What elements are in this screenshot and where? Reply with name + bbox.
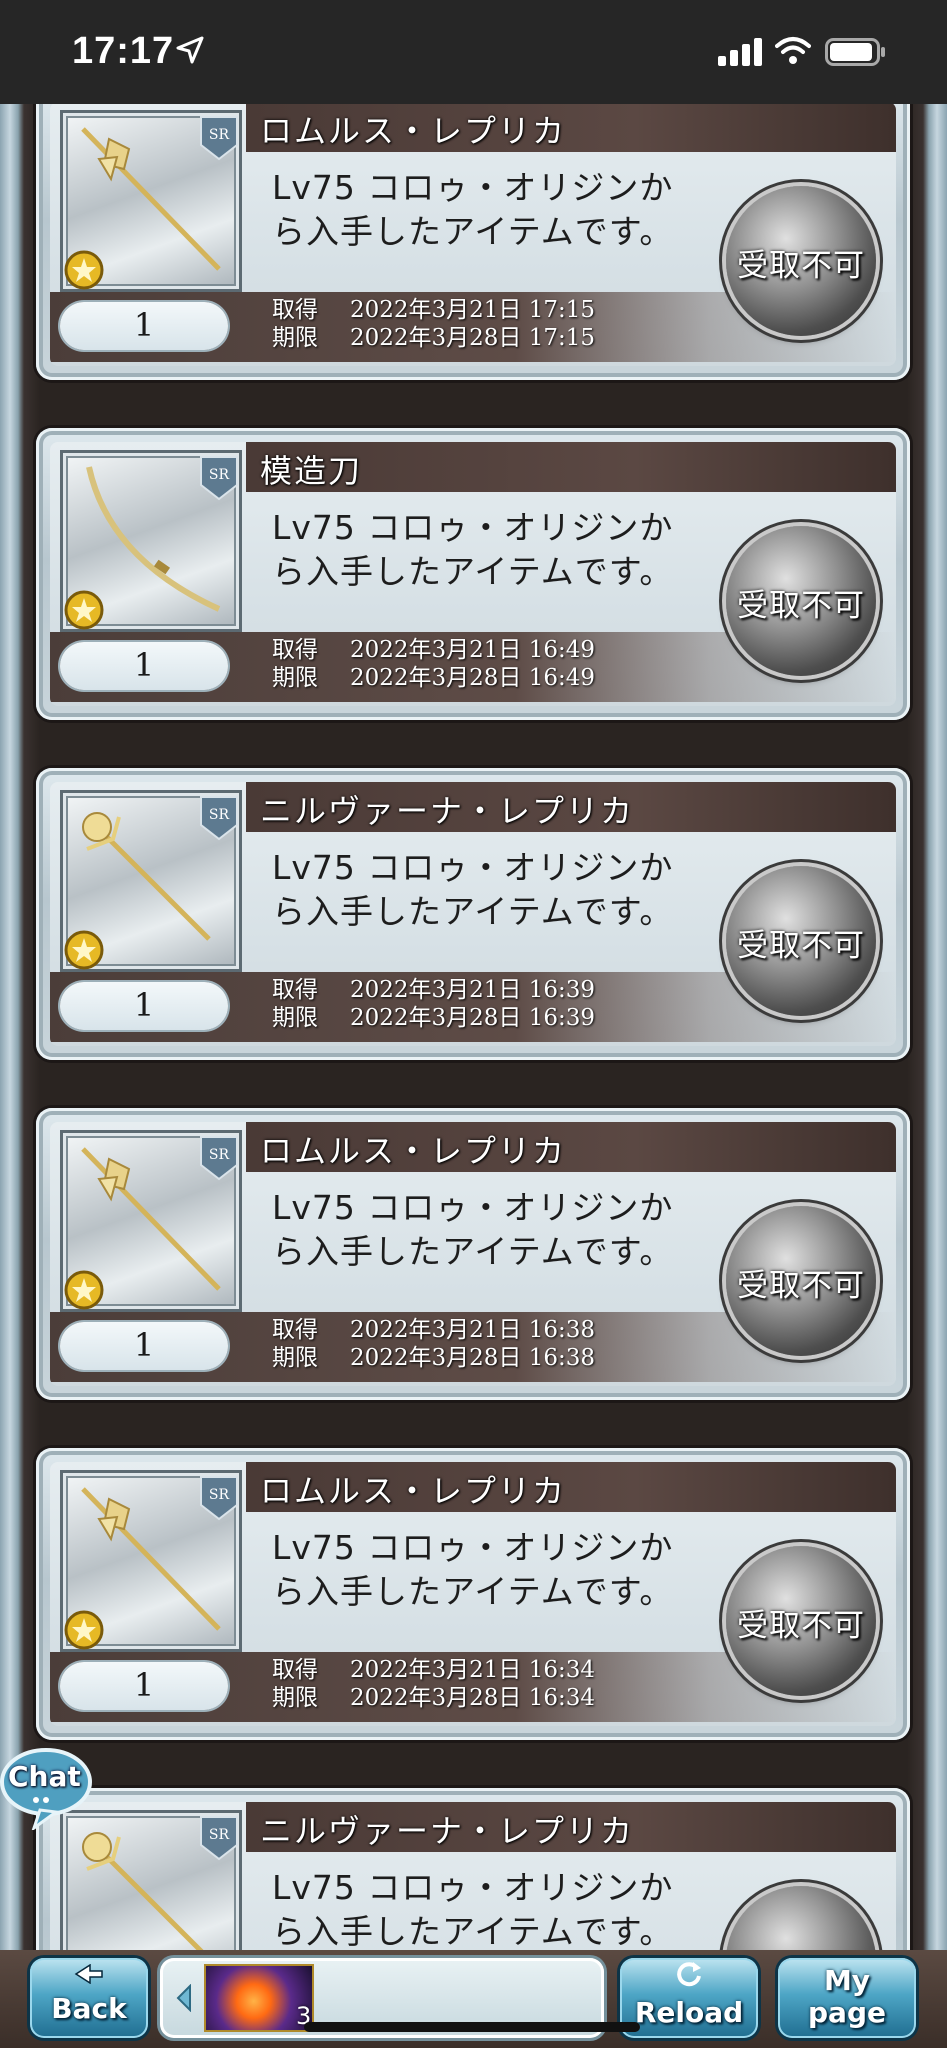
list-item: SR 模造刀 Lv75 コロゥ・オリジンか ら入手したアイテムです。 1 取得 … <box>36 428 910 720</box>
quantity-pill: 1 <box>60 642 228 690</box>
rarity-sr-badge: SR <box>200 116 238 161</box>
rarity-sr-badge: SR <box>200 1136 238 1181</box>
gold-coin-icon <box>64 930 104 970</box>
svg-text:SR: SR <box>209 467 230 483</box>
expiry-date: 2022年3月28日 17:15 <box>350 325 596 351</box>
quantity: 1 <box>133 646 155 684</box>
item-dates: 取得 2022年3月21日 16:34 期限 2022年3月28日 16:34 <box>272 1657 596 1711</box>
item-description: Lv75 コロゥ・オリジンか ら入手したアイテムです。 <box>272 1528 674 1611</box>
list-item: SR ロムルス・レプリカ Lv75 コロゥ・オリジンか ら入手したアイテムです。… <box>36 104 910 380</box>
home-indicator[interactable] <box>304 2022 640 2032</box>
svg-text:SR: SR <box>209 807 230 823</box>
gold-coin-icon <box>64 1270 104 1310</box>
item-name: ニルヴァーナ・レプリカ <box>260 1812 635 1850</box>
item-thumbnail[interactable]: SR <box>60 1810 242 1950</box>
location-arrow-icon <box>176 36 204 64</box>
clock: 17:17 <box>72 30 175 72</box>
rarity-sr-badge: SR <box>200 456 238 501</box>
item-description: Lv75 コロゥ・オリジンか ら入手したアイテムです。 <box>272 508 674 591</box>
item-name: ロムルス・レプリカ <box>260 1472 567 1510</box>
list-item: SR ニルヴァーナ・レプリカ Lv75 コロゥ・オリジンか ら入手したアイテムで… <box>36 768 910 1060</box>
claim-button[interactable]: 受取不可 <box>726 526 876 676</box>
item-title-bar: 模造刀 <box>246 442 896 492</box>
item-thumbnail[interactable]: SR <box>60 790 242 972</box>
quantity-pill: 1 <box>60 1662 228 1710</box>
gold-coin-icon <box>64 590 104 630</box>
list-item: SR ニルヴァーナ・レプリカ Lv75 コロゥ・オリジンか ら入手したアイテムで… <box>36 1788 910 1950</box>
list-item: SR ロムルス・レプリカ Lv75 コロゥ・オリジンか ら入手したアイテムです。… <box>36 1108 910 1400</box>
svg-text:SR: SR <box>209 1147 230 1163</box>
acquired-date: 2022年3月21日 16:39 <box>350 977 596 1003</box>
item-thumbnail[interactable]: SR <box>60 110 242 292</box>
present-list-viewport[interactable]: SR ロムルス・レプリカ Lv75 コロゥ・オリジンか ら入手したアイテムです。… <box>0 104 947 1950</box>
item-description: Lv75 コロゥ・オリジンか ら入手したアイテムです。 <box>272 1188 674 1271</box>
item-name: ロムルス・レプリカ <box>260 112 567 150</box>
item-title-bar: ニルヴァーナ・レプリカ <box>246 782 896 832</box>
claim-button[interactable] <box>726 1886 876 1950</box>
acquired-date: 2022年3月21日 16:49 <box>350 637 596 663</box>
item-thumbnail[interactable]: SR <box>60 1130 242 1312</box>
quest-thumbnail[interactable]: 3 <box>204 1964 314 2032</box>
back-button[interactable]: Back <box>30 1958 148 2038</box>
item-thumbnail[interactable]: SR <box>60 1470 242 1652</box>
item-dates: 取得 2022年3月21日 16:49 期限 2022年3月28日 16:49 <box>272 637 596 691</box>
quantity: 1 <box>133 1666 155 1704</box>
acquired-date: 2022年3月21日 16:38 <box>350 1317 596 1343</box>
status-bar: 17:17 <box>0 0 947 104</box>
cellular-signal-icon <box>718 38 762 66</box>
item-name: ロムルス・レプリカ <box>260 1132 567 1170</box>
expiry-date: 2022年3月28日 16:39 <box>350 1005 596 1031</box>
rarity-sr-badge: SR <box>200 796 238 841</box>
quantity: 1 <box>133 306 155 344</box>
item-dates: 取得 2022年3月21日 16:38 期限 2022年3月28日 16:38 <box>272 1317 596 1371</box>
rarity-sr-badge: SR <box>200 1816 238 1861</box>
chevron-left-icon[interactable] <box>174 1984 194 2012</box>
wifi-icon <box>775 37 811 64</box>
bottom-nav: Back 3 Reload My page <box>0 1950 947 2048</box>
acquired-date: 2022年3月21日 17:15 <box>350 297 596 323</box>
item-description: Lv75 コロゥ・オリジンか ら入手したアイテムです。 <box>272 848 674 931</box>
item-description: Lv75 コロゥ・オリジンか ら入手したアイテムです。 <box>272 168 674 251</box>
item-title-bar: ロムルス・レプリカ <box>246 1122 896 1172</box>
expiry-date: 2022年3月28日 16:38 <box>350 1345 596 1371</box>
claim-button[interactable]: 受取不可 <box>726 186 876 336</box>
gold-coin-icon <box>64 250 104 290</box>
svg-text:SR: SR <box>209 1827 230 1843</box>
expiry-date: 2022年3月28日 16:49 <box>350 665 596 691</box>
quantity: 1 <box>133 1326 155 1364</box>
item-description: Lv75 コロゥ・オリジンか ら入手したアイテムです。 <box>272 1868 674 1950</box>
list-item: SR ロムルス・レプリカ Lv75 コロゥ・オリジンか ら入手したアイテムです。… <box>36 1448 910 1740</box>
item-title-bar: ロムルス・レプリカ <box>246 104 896 152</box>
rarity-sr-badge: SR <box>200 1476 238 1521</box>
item-name: ニルヴァーナ・レプリカ <box>260 792 635 830</box>
svg-text:SR: SR <box>209 127 230 143</box>
back-arrow-icon <box>74 1964 103 1984</box>
mypage-button[interactable]: My page <box>778 1958 916 2038</box>
item-dates: 取得 2022年3月21日 16:39 期限 2022年3月28日 16:39 <box>272 977 596 1031</box>
quantity: 1 <box>133 986 155 1024</box>
chat-button[interactable]: Chat <box>0 1746 96 1830</box>
item-name: 模造刀 <box>260 452 363 490</box>
quantity-pill: 1 <box>60 982 228 1030</box>
gold-coin-icon <box>64 1610 104 1650</box>
quantity-pill: 1 <box>60 302 228 350</box>
item-dates: 取得 2022年3月21日 17:15 期限 2022年3月28日 17:15 <box>272 297 596 351</box>
quantity-pill: 1 <box>60 1322 228 1370</box>
claim-button[interactable]: 受取不可 <box>726 1206 876 1356</box>
item-thumbnail[interactable]: SR <box>60 450 242 632</box>
battery-icon <box>825 38 885 66</box>
claim-button[interactable]: 受取不可 <box>726 866 876 1016</box>
svg-text:SR: SR <box>209 1487 230 1503</box>
item-title-bar: ロムルス・レプリカ <box>246 1462 896 1512</box>
claim-button[interactable]: 受取不可 <box>726 1546 876 1696</box>
reload-icon <box>677 1962 701 1987</box>
reload-button[interactable]: Reload <box>620 1958 758 2038</box>
expiry-date: 2022年3月28日 16:34 <box>350 1685 596 1711</box>
acquired-date: 2022年3月21日 16:34 <box>350 1657 596 1683</box>
item-title-bar: ニルヴァーナ・レプリカ <box>246 1802 896 1852</box>
